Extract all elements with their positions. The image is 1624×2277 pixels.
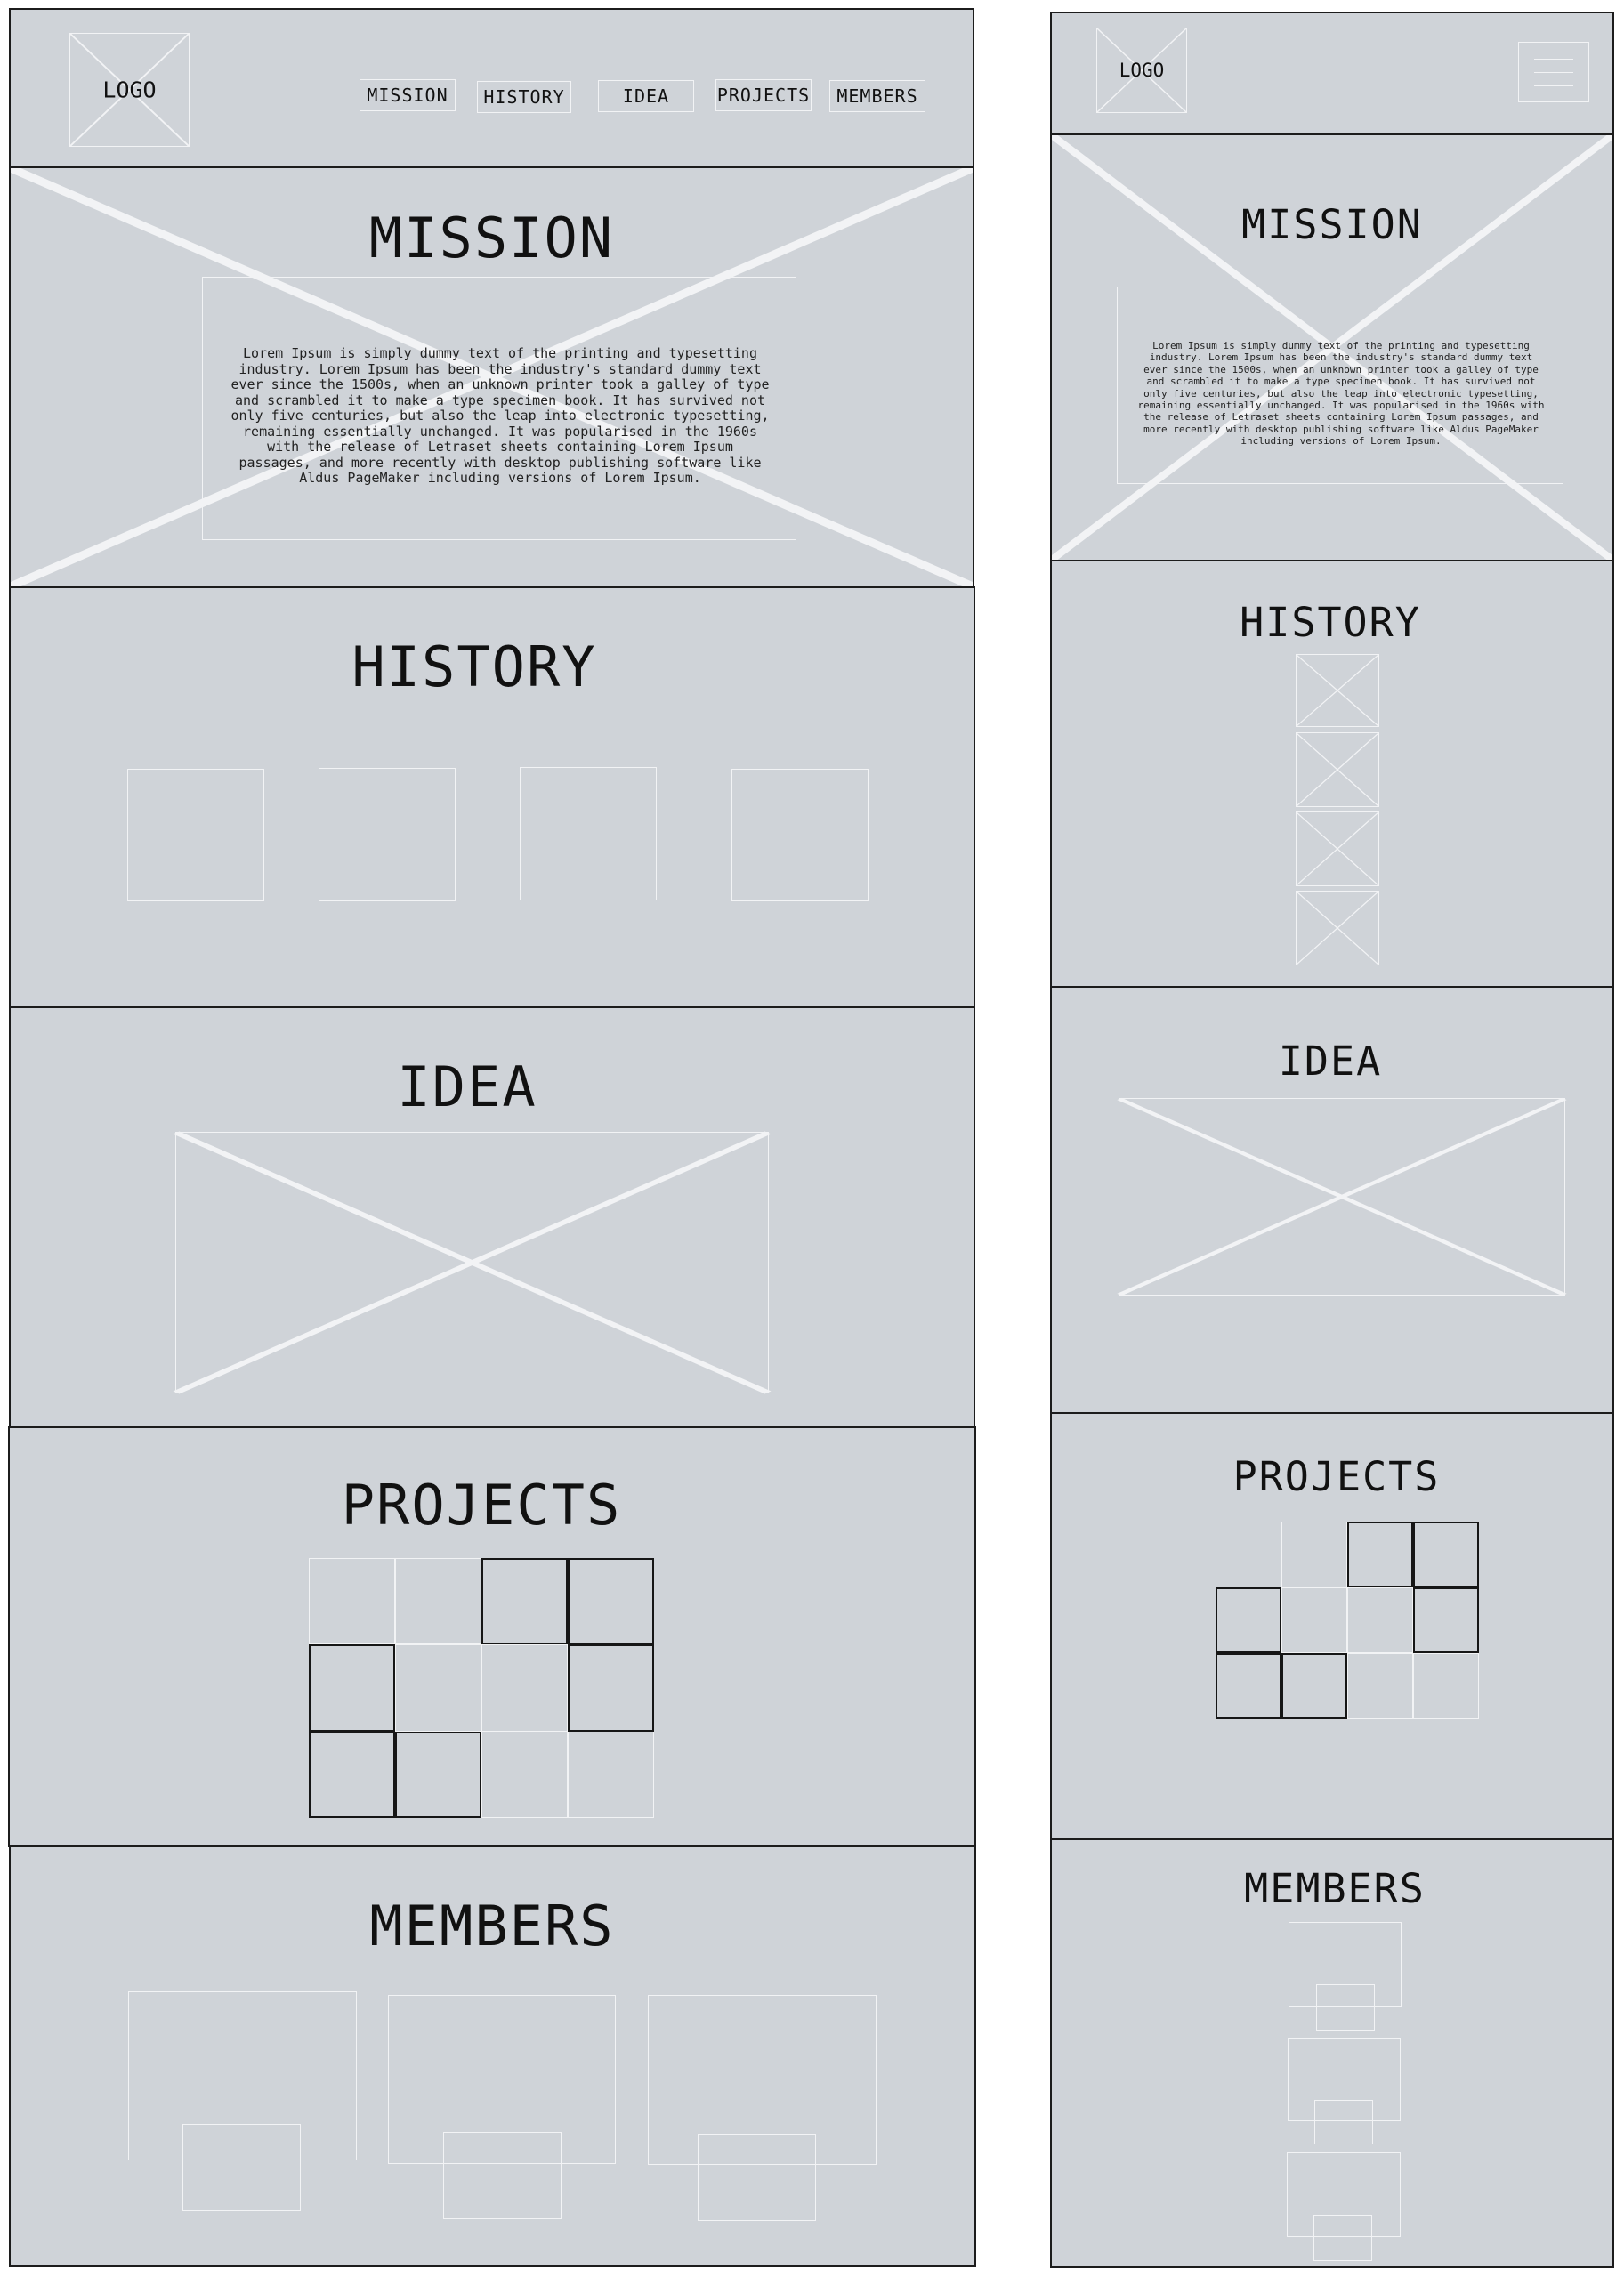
history-card-4[interactable] [731, 769, 869, 901]
desktop-idea-section: IDEA [9, 1006, 975, 1428]
mobile-member-avatar-3 [1313, 2215, 1372, 2261]
nav-button-history[interactable]: HISTORY [477, 81, 571, 113]
mobile-project-tile-6[interactable] [1281, 1587, 1347, 1653]
history-card-3[interactable] [520, 767, 657, 900]
desktop-history-section: HISTORY [9, 586, 975, 1008]
projects-grid [309, 1558, 654, 1818]
mission-title: MISSION [368, 206, 615, 270]
mobile-mission-section: MISSION Lorem Ipsum is simply dummy text… [1050, 133, 1614, 561]
mobile-member-avatar-2 [1314, 2100, 1373, 2144]
logo-label: LOGO [102, 77, 157, 103]
desktop-header: LOGO MISSION HISTORY IDEA PROJECTS MEMBE… [9, 8, 974, 168]
mobile-projects-grid [1216, 1522, 1479, 1719]
mobile-project-tile-4[interactable] [1413, 1522, 1479, 1587]
desktop-members-section: MEMBERS [9, 1845, 976, 2267]
menu-icon-line-middle [1534, 72, 1573, 73]
mobile-logo-label: LOGO [1119, 60, 1165, 81]
image-placeholder-icon [1296, 654, 1379, 727]
idea-image-placeholder [173, 1131, 772, 1394]
image-placeholder-icon [173, 1131, 772, 1394]
menu-icon [1534, 59, 1573, 60]
mission-body-text: Lorem Ipsum is simply dummy text of the … [230, 345, 770, 486]
project-tile-1[interactable] [309, 1558, 395, 1645]
mobile-history-section: HISTORY [1050, 560, 1614, 988]
mobile-idea-title: IDEA [1278, 1038, 1383, 1085]
mobile-header: LOGO [1050, 12, 1614, 135]
mobile-project-tile-3[interactable] [1347, 1522, 1413, 1587]
mobile-idea-section: IDEA [1050, 986, 1614, 1414]
mobile-idea-image-placeholder [1117, 1097, 1567, 1296]
mobile-members-title: MEMBERS [1244, 1865, 1426, 1912]
mobile-projects-title: PROJECTS [1232, 1453, 1441, 1500]
project-tile-8[interactable] [568, 1644, 654, 1732]
mobile-project-tile-11[interactable] [1347, 1653, 1413, 1719]
project-tile-3[interactable] [481, 1558, 568, 1645]
image-placeholder-icon [1117, 1097, 1567, 1296]
mobile-project-tile-9[interactable] [1216, 1653, 1281, 1719]
nav-button-mission[interactable]: MISSION [360, 79, 456, 111]
project-tile-7[interactable] [481, 1644, 568, 1732]
mobile-history-card-1[interactable] [1296, 654, 1379, 727]
mobile-history-card-2[interactable] [1296, 732, 1379, 807]
desktop-projects-section: PROJECTS [8, 1426, 976, 1847]
mobile-history-card-3[interactable] [1296, 811, 1379, 886]
desktop-mission-section: MISSION Lorem Ipsum is simply dummy text… [9, 166, 974, 588]
project-tile-5[interactable] [309, 1644, 395, 1732]
mobile-members-section: MEMBERS [1050, 1838, 1614, 2268]
member-avatar-2 [443, 2132, 562, 2219]
project-tile-2[interactable] [395, 1558, 481, 1645]
image-placeholder-icon [1296, 811, 1379, 886]
mobile-project-tile-12[interactable] [1413, 1653, 1479, 1719]
idea-title: IDEA [397, 1054, 537, 1119]
mobile-member-avatar-1 [1316, 1984, 1375, 2031]
menu-icon-line-bottom [1534, 85, 1573, 86]
image-placeholder-icon [1296, 732, 1379, 807]
project-tile-12[interactable] [568, 1731, 654, 1818]
mobile-project-tile-10[interactable] [1281, 1653, 1347, 1719]
projects-title: PROJECTS [341, 1473, 622, 1538]
project-tile-4[interactable] [568, 1558, 654, 1645]
member-avatar-1 [182, 2124, 301, 2211]
history-title: HISTORY [351, 634, 597, 699]
project-tile-6[interactable] [395, 1644, 481, 1732]
mobile-project-tile-7[interactable] [1347, 1587, 1413, 1653]
mobile-project-tile-5[interactable] [1216, 1587, 1281, 1653]
mobile-history-card-4[interactable] [1296, 891, 1379, 965]
mobile-project-tile-1[interactable] [1216, 1522, 1281, 1587]
project-tile-10[interactable] [395, 1731, 481, 1818]
members-title: MEMBERS [369, 1893, 615, 1958]
logo-placeholder[interactable]: LOGO [69, 33, 190, 147]
mobile-mission-title: MISSION [1241, 201, 1423, 248]
mobile-project-tile-8[interactable] [1413, 1587, 1479, 1653]
nav-button-members[interactable]: MEMBERS [829, 80, 925, 112]
mobile-project-tile-2[interactable] [1281, 1522, 1347, 1587]
project-tile-11[interactable] [481, 1731, 568, 1818]
mobile-history-title: HISTORY [1240, 599, 1421, 646]
project-tile-9[interactable] [309, 1731, 395, 1818]
hamburger-menu-button[interactable] [1518, 42, 1589, 102]
image-placeholder-icon [1296, 891, 1379, 965]
nav-button-idea[interactable]: IDEA [598, 80, 694, 112]
mobile-mission-body-text: Lorem Ipsum is simply dummy text of the … [1137, 340, 1545, 448]
mobile-projects-section: PROJECTS [1050, 1412, 1614, 1840]
history-card-2[interactable] [319, 768, 456, 901]
member-avatar-3 [698, 2134, 816, 2221]
nav-button-projects[interactable]: PROJECTS [715, 79, 812, 111]
mobile-logo-placeholder[interactable]: LOGO [1096, 28, 1187, 113]
history-card-1[interactable] [127, 769, 264, 901]
